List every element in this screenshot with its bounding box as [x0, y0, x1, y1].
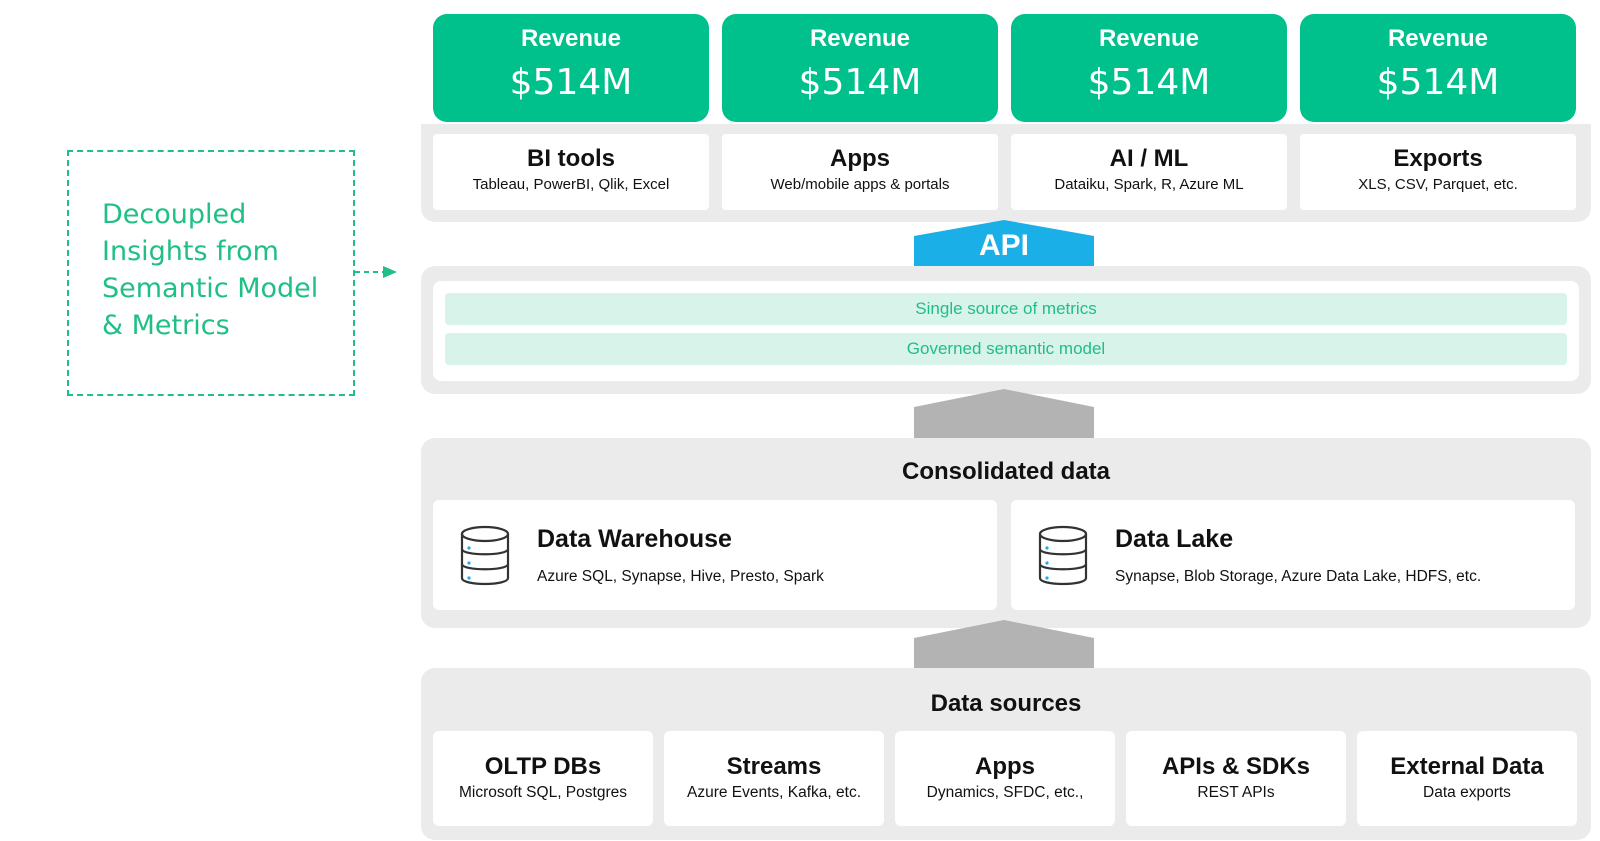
api-label: API [978, 229, 1029, 262]
consumer-subtitle: Dataiku, Spark, R, Azure ML [1054, 176, 1244, 193]
up-arrow-icon [914, 620, 1094, 668]
source-title: OLTP DBs [484, 753, 602, 780]
consumer-title: AI / ML [1109, 145, 1189, 172]
revenue-card-title: Revenue [520, 25, 622, 52]
source-card-oltp-dbs: OLTP DBs Microsoft SQL, Postgres [433, 731, 653, 826]
callout-line: Semantic Model [102, 273, 319, 304]
consumer-card-bi-tools: BI tools Tableau, PowerBI, Qlik, Excel [433, 134, 709, 210]
callout-line: Insights from [102, 236, 279, 267]
store-title: Data Warehouse [537, 525, 732, 553]
callout-line: & Metrics [102, 310, 230, 341]
consumer-subtitle: Tableau, PowerBI, Qlik, Excel [472, 176, 670, 193]
source-subtitle: REST APIs [1197, 784, 1275, 801]
source-title: External Data [1390, 753, 1544, 780]
source-title: APIs & SDKs [1161, 753, 1311, 780]
consumer-subtitle: Web/mobile apps & portals [770, 176, 950, 193]
revenue-card-title: Revenue [1098, 25, 1200, 52]
revenue-card-title: Revenue [809, 25, 911, 52]
revenue-card: Revenue $514M [722, 14, 998, 122]
source-card-streams: Streams Azure Events, Kafka, etc. [664, 731, 884, 826]
store-subtitle: Synapse, Blob Storage, Azure Data Lake, … [1115, 568, 1482, 585]
consumer-card-ai-ml: AI / ML Dataiku, Spark, R, Azure ML [1011, 134, 1287, 210]
source-subtitle: Dynamics, SFDC, etc., [926, 784, 1084, 801]
callout-arrow-icon [355, 266, 397, 278]
revenue-card-title: Revenue [1387, 25, 1489, 52]
database-icon [1038, 525, 1088, 586]
revenue-card-value: $514M [1087, 62, 1211, 103]
consumer-title: Exports [1393, 145, 1483, 172]
source-title: Streams [726, 753, 822, 780]
consolidated-title: Consolidated data [901, 458, 1111, 485]
consumer-subtitle: XLS, CSV, Parquet, etc. [1358, 176, 1518, 193]
store-subtitle: Azure SQL, Synapse, Hive, Presto, Spark [537, 568, 824, 585]
consumer-title: Apps [830, 145, 890, 172]
callout-text: Decoupled Insights from Semantic Model &… [102, 196, 342, 344]
consumer-card-exports: Exports XLS, CSV, Parquet, etc. [1300, 134, 1576, 210]
store-title: Data Lake [1115, 525, 1234, 553]
database-icon [460, 525, 510, 586]
revenue-card-value: $514M [798, 62, 922, 103]
up-arrow-icon [914, 389, 1094, 438]
source-card-apis-sdks: APIs & SDKs REST APIs [1126, 731, 1346, 826]
semantic-bar-model: Governed semantic model [445, 333, 1567, 365]
revenue-card: Revenue $514M [1011, 14, 1287, 122]
store-card-data-lake: Data Lake Synapse, Blob Storage, Azure D… [1011, 500, 1575, 610]
revenue-card-value: $514M [509, 62, 633, 103]
data-sources-title: Data sources [930, 690, 1082, 717]
source-card-external-data: External Data Data exports [1357, 731, 1577, 826]
revenue-card: Revenue $514M [433, 14, 709, 122]
callout-line: Decoupled [102, 199, 247, 230]
revenue-card: Revenue $514M [1300, 14, 1576, 122]
source-card-apps: Apps Dynamics, SFDC, etc., [895, 731, 1115, 826]
source-subtitle: Microsoft SQL, Postgres [459, 784, 627, 801]
callout-box: Decoupled Insights from Semantic Model &… [67, 150, 355, 396]
source-subtitle: Azure Events, Kafka, etc. [686, 784, 862, 801]
consumer-title: BI tools [527, 145, 615, 172]
store-card-data-warehouse: Data Warehouse Azure SQL, Synapse, Hive,… [433, 500, 997, 610]
source-title: Apps [975, 753, 1035, 780]
semantic-bar-metrics: Single source of metrics [445, 293, 1567, 325]
revenue-card-value: $514M [1376, 62, 1500, 103]
source-subtitle: Data exports [1423, 784, 1511, 801]
consumer-card-apps: Apps Web/mobile apps & portals [722, 134, 998, 210]
